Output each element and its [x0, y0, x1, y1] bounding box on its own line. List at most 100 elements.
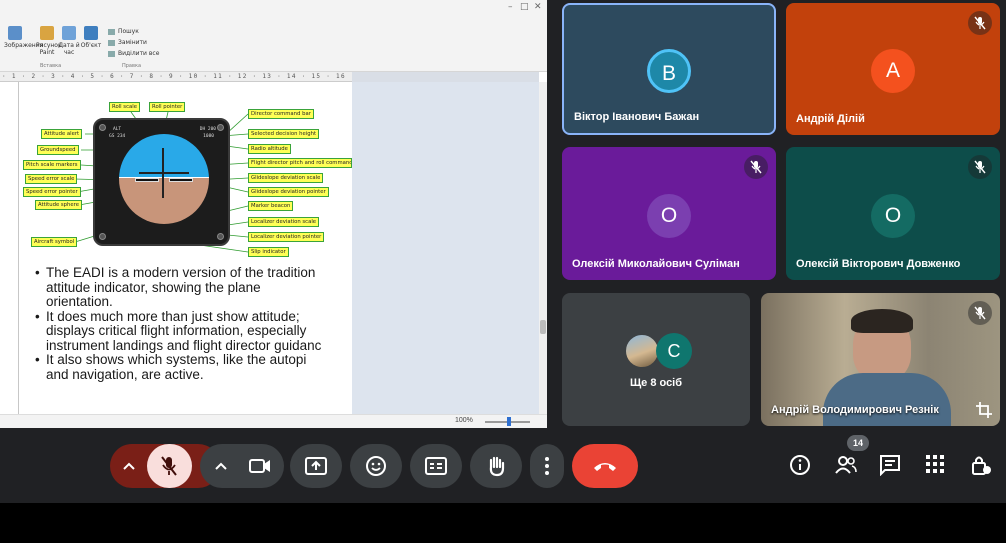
vertical-scrollbar[interactable]	[539, 82, 547, 414]
select-all-button[interactable]: Виділити все	[108, 50, 159, 57]
eadi-callout: Roll scale	[109, 102, 140, 112]
scroll-thumb[interactable]	[540, 320, 546, 334]
hang-up-icon	[594, 463, 616, 471]
editor-status-bar: 100%	[0, 414, 547, 428]
others-tile[interactable]: С Ще 8 осіб	[562, 293, 750, 426]
document-background	[352, 82, 539, 414]
eadi-callout: Glideslope deviation pointer	[248, 187, 329, 197]
more-vert-icon	[545, 457, 549, 475]
participant-count-badge: 14	[847, 435, 869, 451]
meeting-info-button[interactable]	[789, 454, 813, 478]
present-icon	[305, 457, 327, 475]
eadi-callout: Speed error scale	[25, 174, 78, 184]
find-button[interactable]: Пошук	[108, 28, 139, 35]
raise-hand-button[interactable]	[470, 444, 522, 488]
participant-name: Віктор Іванович Бажан	[574, 111, 700, 123]
crop-icon[interactable]	[974, 400, 994, 420]
eadi-callout: Attitude alert	[41, 129, 83, 139]
participant-name: Андрій Ділій	[796, 113, 865, 125]
hand-icon	[489, 456, 505, 477]
instrument-text: GS 234	[109, 134, 126, 139]
instrument-text: 1080	[203, 134, 214, 139]
captions-button[interactable]	[410, 444, 462, 488]
lock-person-icon	[972, 456, 991, 475]
activities-button[interactable]	[925, 454, 949, 478]
eadi-diagram: ALT GS 234 DH 200 1080 Roll scale Roll p…	[19, 82, 352, 262]
avatar: А	[871, 49, 915, 93]
insert-picture-button[interactable]: Зображення	[4, 26, 43, 49]
ribbon-label: Об'єкт	[80, 42, 102, 49]
info-icon	[790, 455, 810, 475]
eadi-callout: Glideslope deviation scale	[248, 173, 324, 183]
eadi-callout: Flight director pitch and roll command	[248, 158, 352, 168]
bullet-line: • It also shows which systems, like the a…	[35, 352, 307, 367]
apps-grid-icon	[926, 455, 944, 473]
more-options-button[interactable]	[530, 444, 564, 488]
people-button[interactable]	[834, 454, 858, 478]
object-icon	[84, 26, 98, 40]
instrument-text: DH 200	[199, 127, 216, 132]
eadi-callout: Groundspeed	[37, 145, 79, 155]
editor-ribbon: – □ ✕ Зображення Рисунок Paint Дата й ча…	[0, 0, 547, 72]
host-controls-button[interactable]	[970, 454, 994, 478]
shared-screen: – □ ✕ Зображення Рисунок Paint Дата й ча…	[0, 0, 547, 428]
video-options-button[interactable]	[200, 444, 240, 488]
leave-call-button[interactable]	[572, 444, 638, 488]
bullet-line: attitude indicator, showing the plane	[46, 279, 261, 295]
paint-icon	[40, 26, 54, 40]
insert-object-button[interactable]: Об'єкт	[80, 26, 102, 49]
reactions-button[interactable]	[350, 444, 402, 488]
replace-button[interactable]: Замінити	[108, 39, 147, 46]
eadi-callout: Slip indicator	[248, 247, 289, 257]
instrument-text: ALT	[113, 127, 122, 132]
chat-button[interactable]	[879, 454, 903, 478]
eadi-callout: Attitude sphere	[35, 200, 82, 210]
participant-tile[interactable]: А Андрій Ділій	[786, 3, 1000, 135]
pitch-command-bar	[139, 172, 189, 174]
avatar: О	[871, 194, 915, 238]
bullet-line: • It does much more than just show attitu…	[35, 308, 300, 324]
participant-tile[interactable]: В Віктор Іванович Бажан	[562, 3, 776, 135]
attitude-sphere	[119, 134, 209, 224]
present-screen-button[interactable]	[290, 444, 342, 488]
webcam-person-body	[823, 373, 951, 426]
eadi-callout: Localizer deviation scale	[248, 217, 320, 227]
camera-off-icon	[249, 459, 270, 473]
people-icon	[835, 456, 857, 474]
eadi-callout: Pitch scale markers	[23, 160, 81, 170]
date-time-button[interactable]: Дата й час	[58, 26, 80, 56]
paint-drawing-button[interactable]: Рисунок Paint	[36, 26, 62, 56]
camera-toggle-button[interactable]	[240, 444, 284, 488]
select-all-icon	[108, 50, 115, 57]
minimize-icon[interactable]: –	[508, 2, 513, 12]
eadi-callout: Selected decision height	[248, 129, 320, 139]
audio-options-button[interactable]	[110, 444, 148, 488]
find-icon	[108, 28, 115, 35]
bullet-line: • The EADI is a modern version of the tra…	[35, 265, 316, 280]
eadi-callout: Localizer deviation pointer	[248, 232, 325, 242]
close-icon[interactable]: ✕	[534, 2, 542, 12]
ribbon-label: Дата й час	[58, 42, 80, 56]
document-page: ALT GS 234 DH 200 1080 Roll scale Roll p…	[18, 82, 352, 414]
avatar: О	[647, 194, 691, 238]
participant-tile[interactable]: О Олексій Вікторович Довженко	[786, 147, 1000, 280]
bullet-line: instrument landings and flight director …	[46, 337, 322, 353]
avatar: С	[656, 333, 692, 369]
mic-off-icon	[968, 155, 992, 179]
maximize-icon[interactable]: □	[520, 2, 529, 12]
mic-toggle-button[interactable]	[147, 444, 192, 488]
participant-name: Олексій Вікторович Довженко	[796, 258, 961, 270]
aircraft-symbol	[169, 178, 193, 182]
replace-icon	[108, 39, 115, 46]
chevron-up-icon	[215, 462, 227, 470]
mic-off-icon	[968, 301, 992, 325]
chat-icon	[880, 455, 900, 477]
eadi-callout: Director command bar	[248, 109, 314, 119]
mic-off-icon	[968, 11, 992, 35]
zoom-slider-handle[interactable]	[507, 417, 511, 426]
chevron-up-icon	[123, 462, 135, 470]
participant-video-tile[interactable]: Андрій Володимирович Резнік	[761, 293, 1000, 426]
ruler: · 1 · 2 · 3 · 4 · 5 · 6 · 7 · 8 · 9 · 10…	[0, 72, 381, 82]
camera-control-group	[200, 444, 284, 488]
participant-tile[interactable]: О Олексій Миколайович Суліман	[562, 147, 776, 280]
